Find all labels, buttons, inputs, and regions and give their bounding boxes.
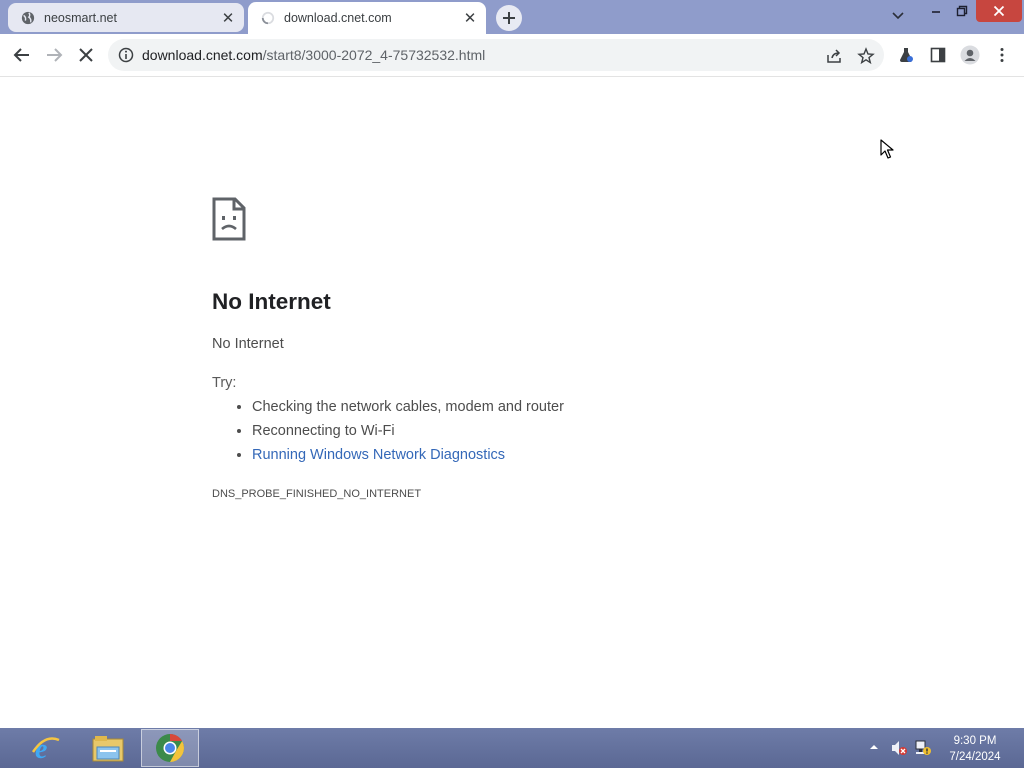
close-window-button[interactable] <box>976 0 1022 22</box>
tab-title: download.cnet.com <box>284 11 392 25</box>
close-tab-icon[interactable]: ✕ <box>462 10 478 27</box>
list-item: Running Windows Network Diagnostics <box>252 443 564 467</box>
back-button[interactable] <box>10 43 34 67</box>
stop-loading-button[interactable] <box>74 43 98 67</box>
tab-neosmart[interactable]: neosmart.net ✕ <box>8 3 244 32</box>
close-icon <box>993 5 1005 17</box>
tab-title: neosmart.net <box>44 10 117 25</box>
show-hidden-icons-icon[interactable] <box>868 741 880 753</box>
flask-extension-icon <box>900 48 913 62</box>
suggestion-text: Reconnecting to Wi-Fi <box>252 423 395 439</box>
share-icon <box>827 49 841 63</box>
restore-icon <box>956 5 968 17</box>
extension-button[interactable] <box>894 43 918 67</box>
url-text[interactable]: download.cnet.com/start8/3000-2072_4-757… <box>142 47 485 63</box>
restore-button[interactable] <box>950 0 974 22</box>
suggestion-text: Checking the network cables, modem and r… <box>252 399 564 415</box>
minimize-button[interactable] <box>922 0 950 22</box>
tab-download-cnet[interactable]: download.cnet.com ✕ <box>248 2 486 34</box>
kebab-menu-icon <box>1000 48 1004 62</box>
star-icon <box>857 47 875 65</box>
url-path: /start8/3000-2072_4-75732532.html <box>262 47 486 63</box>
error-page: No Internet No Internet Try: Checking th… <box>0 77 1024 728</box>
loading-spinner-icon <box>261 11 275 25</box>
minimize-icon <box>932 11 940 13</box>
network-disconnected-icon[interactable] <box>914 739 932 757</box>
browser-toolbar: download.cnet.com/start8/3000-2072_4-757… <box>0 34 1024 77</box>
new-tab-button[interactable] <box>496 5 522 31</box>
globe-icon <box>21 11 35 24</box>
side-panel-button[interactable] <box>926 43 950 67</box>
tab-strip: neosmart.net ✕ download.cnet.com ✕ <box>0 0 1024 34</box>
close-tab-icon[interactable]: ✕ <box>220 10 236 27</box>
svg-text:e: e <box>35 734 47 764</box>
taskbar: e 9:30 PM 7/24/2024 <box>0 728 1024 768</box>
profile-button[interactable] <box>958 43 982 67</box>
list-item: Checking the network cables, modem and r… <box>252 395 564 419</box>
share-button[interactable] <box>824 46 844 66</box>
info-icon[interactable] <box>118 47 134 63</box>
try-label: Try: <box>212 375 237 391</box>
speaker-muted-icon[interactable] <box>890 739 908 757</box>
clock-time: 9:30 PM <box>953 735 997 747</box>
bookmark-button[interactable] <box>856 46 876 66</box>
sad-document-icon <box>212 197 246 241</box>
system-clock[interactable]: 9:30 PM 7/24/2024 <box>940 733 1010 765</box>
file-explorer-icon <box>92 736 124 762</box>
forward-arrow-icon <box>47 48 63 62</box>
error-title: No Internet <box>212 289 331 314</box>
error-subtitle: No Internet <box>212 336 284 352</box>
network-diagnostics-link[interactable]: Running Windows Network Diagnostics <box>252 447 505 463</box>
plus-icon <box>503 12 515 24</box>
side-panel-icon <box>930 47 946 63</box>
avatar-icon <box>960 45 980 65</box>
clock-date: 7/24/2024 <box>949 751 1001 763</box>
address-bar[interactable]: download.cnet.com/start8/3000-2072_4-757… <box>108 39 884 71</box>
list-item: Reconnecting to Wi-Fi <box>252 419 564 443</box>
forward-button[interactable] <box>42 43 66 67</box>
chrome-icon <box>156 734 184 762</box>
tab-search-chevron-icon[interactable] <box>888 6 908 24</box>
error-code: DNS_PROBE_FINISHED_NO_INTERNET <box>212 488 422 500</box>
url-domain: download.cnet.com <box>142 47 263 63</box>
internet-explorer-icon: e <box>31 734 60 764</box>
back-arrow-icon <box>13 48 29 62</box>
suggestions-list: Checking the network cables, modem and r… <box>212 395 564 467</box>
menu-button[interactable] <box>990 43 1014 67</box>
stop-x-icon <box>79 48 93 62</box>
internet-explorer-taskbar-button[interactable]: e <box>16 729 74 767</box>
mouse-cursor-icon <box>880 139 894 159</box>
file-explorer-taskbar-button[interactable] <box>79 729 137 767</box>
chrome-taskbar-button[interactable] <box>141 729 199 767</box>
